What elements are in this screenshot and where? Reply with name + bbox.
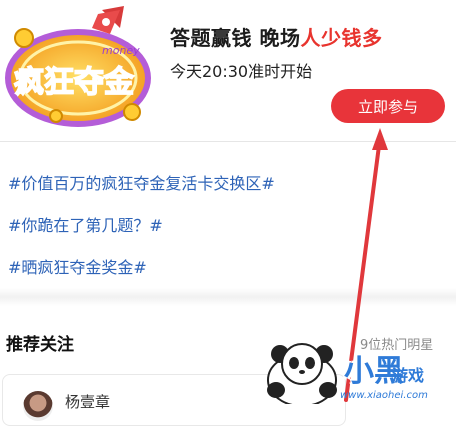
topic-link[interactable]: #你跪在了第几题？# <box>8 212 163 236</box>
join-now-button[interactable]: 立即参与 <box>331 89 445 123</box>
promo-title-highlight: 人少钱多 <box>300 26 383 50</box>
watermark-brand-small: 游戏 <box>392 366 425 385</box>
topic-link[interactable]: #价值百万的疯狂夺金复活卡交换区# <box>8 170 275 194</box>
promo-banner[interactable]: money 疯狂夺金 答题赢钱 晚场人少钱多 今天20:30准时开始 立即参与 <box>0 0 456 135</box>
promo-title-main: 答题赢钱 晚场 <box>170 26 301 50</box>
avatar[interactable] <box>23 391 53 421</box>
crazy-gold-logo: money 疯狂夺金 <box>5 6 151 127</box>
logo-text: 疯狂夺金 <box>14 65 135 100</box>
watermark-url: www.xiaohei.com <box>340 390 428 401</box>
recommend-title: 推荐关注 <box>6 335 74 355</box>
promo-title: 答题赢钱 晚场人少钱多 <box>170 22 382 51</box>
recommend-card-name[interactable]: 杨壹章 <box>65 391 110 412</box>
promo-subtitle: 今天20:30准时开始 <box>170 62 313 81</box>
topic-link[interactable]: #晒疯狂夺金奖金# <box>8 254 147 278</box>
logo-small-text: money <box>102 44 140 57</box>
divider <box>0 141 456 142</box>
section-separator <box>0 288 456 306</box>
